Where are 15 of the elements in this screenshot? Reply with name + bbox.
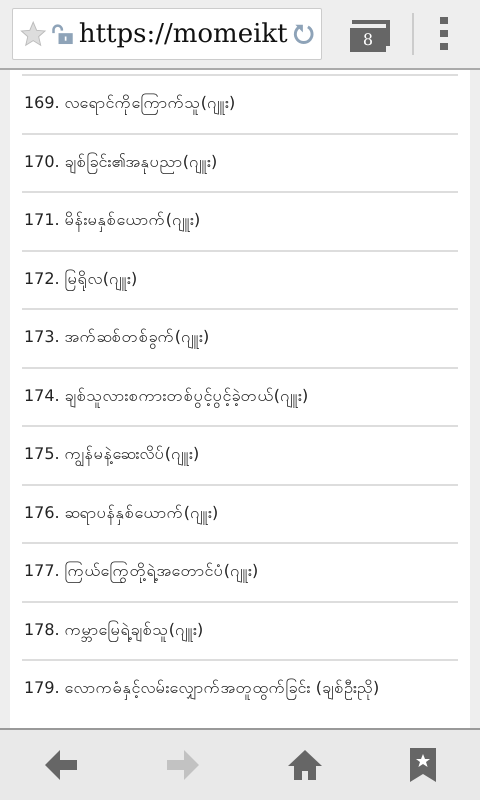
list-link[interactable]: 169. လရောင်ကိုကြောက်သူ(ဂျူး)	[22, 92, 236, 116]
list-link[interactable]: 174. ချစ်သူလားစကားတစ်ပွင့်ပွင့်ခဲ့တယ်(ဂျူး)	[22, 384, 308, 409]
list-link[interactable]: 177. ကြယ်ကြွေတို့ရဲ့အတောင်ပံ(ဂျူး)	[22, 560, 258, 584]
menu-icon[interactable]	[440, 17, 448, 51]
list-link[interactable]: 170. ချစ်ခြင်း၏အနုပညာ(ဂျူး)	[22, 150, 218, 175]
list-link[interactable]: 176. ဆရာပန်နှစ်ယောက်(ဂျူး)	[22, 502, 218, 526]
list-link[interactable]: 172. မြရိုလ(ဂျူး)	[22, 268, 138, 292]
unlocked-padlock-icon	[51, 22, 75, 46]
list-link[interactable]: 173. အက်ဆစ်တစ်ခွက်(ဂျူး)	[22, 326, 210, 350]
address-bar[interactable]: https://momeikt	[12, 8, 322, 60]
list-link[interactable]: 175. ကျွန်မနဲ့ဆေးလိပ်(ဂျူး)	[22, 443, 200, 468]
list-link[interactable]: 178. ကမ္ဘာမြေရဲ့ချစ်သူ(ဂျူး)	[22, 618, 204, 643]
url-text: https://momeikt	[78, 19, 288, 49]
list-link[interactable]: 171. မိန်းမနှစ်ယောက်(ဂျူး)	[22, 209, 200, 234]
list-link[interactable]: 179. လောကဓံနှင့်လမ်းလျှောက်အတူထွက်ခြင်း (ချစ်ဦးညို)	[22, 677, 380, 702]
